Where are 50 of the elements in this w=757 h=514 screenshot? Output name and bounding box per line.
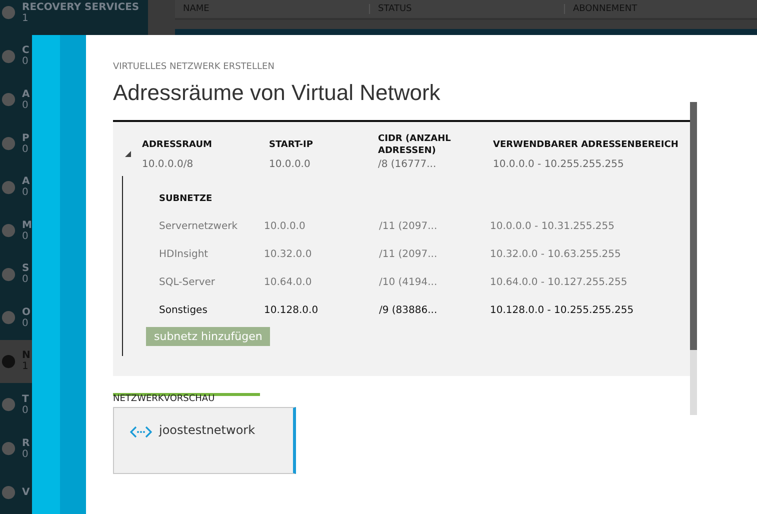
column-header: CIDR (ANZAHL ADRESSEN) [378, 133, 452, 157]
table-cell-text: /8 (16777... [378, 159, 438, 170]
sidebar-count: 0 [22, 187, 30, 198]
table-cell-text: /11 (2097... [379, 220, 438, 232]
column-header: START-IP [269, 139, 314, 151]
sidebar-label: S [22, 263, 30, 274]
sidebar-label: M [22, 220, 32, 231]
table-cell-text: 10.32.0.0 [264, 248, 313, 260]
sidebar-label: R [22, 438, 30, 449]
column-header: VERWENDBARER ADRESSENBEREICH [493, 139, 680, 151]
table-cell-text: 10.128.0.0 [264, 304, 320, 316]
table-cell-text: Sonstiges [159, 304, 208, 316]
section-heading: NETZWERKVORSCHAU [113, 394, 215, 404]
table-cell-text: SQL-Server [159, 276, 216, 288]
column-header: ADRESSRAUM [142, 139, 213, 151]
sidebar-count: 0 [22, 448, 30, 460]
sidebar-label: C [22, 45, 30, 56]
sidebar-count: 0 [22, 144, 30, 155]
sidebar-label: A [22, 88, 30, 100]
section-heading: SUBNETZE [158, 194, 214, 204]
table-cell-text: HDInsight [159, 248, 210, 260]
table-cell-text: 10.32.0.0 - 10.63.255.255 [490, 248, 622, 260]
sidebar-label: P [22, 132, 30, 144]
sidebar-label: V [22, 486, 30, 498]
sidebar-count: 0 [22, 100, 30, 111]
sidebar-count: 0 [22, 56, 30, 68]
sidebar-count: 1 [22, 12, 30, 24]
sidebar-label: O [22, 306, 31, 318]
sidebar-label: A [22, 176, 30, 188]
breadcrumb: VIRTUELLES NETZWERK ERSTELLEN [113, 62, 276, 72]
table-cell-text: Servernetzwerk [159, 220, 239, 232]
sidebar-label: T [22, 394, 29, 405]
sidebar-label: RECOVERY SERVICES [22, 2, 140, 13]
sidebar-count: 0 [22, 404, 29, 416]
table-cell-text: /9 (83886... [379, 304, 438, 316]
sidebar-count: 0 [22, 230, 30, 242]
sidebar-count: 0 [22, 274, 30, 286]
table-cell-text: /11 (2097... [379, 248, 438, 260]
network-name: joostestnetwork [159, 423, 256, 437]
table-cell-text: 10.64.0.0 - 10.127.255.255 [490, 276, 628, 288]
table-cell-text: /10 (4194... [379, 276, 438, 288]
table-cell-text: 10.0.0.0 [264, 220, 306, 232]
table-cell-text: 10.0.0.0/8 [142, 159, 194, 170]
sidebar-count: 0 [22, 318, 30, 329]
table-cell-text: 10.0.0.0 - 10.255.255.255 [493, 159, 625, 170]
dialog-title: Adressräume von Virtual Network [113, 80, 442, 106]
table-cell-text: 10.0.0.0 [269, 159, 312, 170]
table-cell-text: 10.0.0.0 - 10.31.255.255 [490, 220, 616, 232]
table-cell-text: 10.128.0.0 - 10.255.255.255 [490, 304, 635, 316]
table-cell-text: 10.64.0.0 [264, 276, 313, 288]
